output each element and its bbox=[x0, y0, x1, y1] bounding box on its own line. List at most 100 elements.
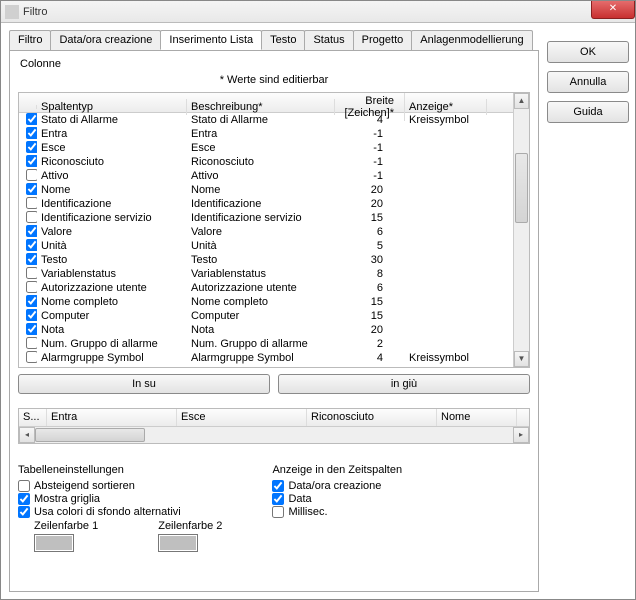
row-display: Kreissymbol bbox=[405, 352, 487, 364]
millisec-checkbox[interactable]: Millisec. bbox=[272, 506, 402, 518]
row-checkbox[interactable] bbox=[26, 127, 37, 139]
table-row[interactable]: Nome completoNome completo15 bbox=[19, 295, 513, 309]
table-row[interactable]: ValoreValore6 bbox=[19, 225, 513, 239]
row-desc: Autorizzazione utente bbox=[187, 282, 335, 294]
preview-col-header[interactable]: S... bbox=[19, 409, 47, 426]
row-checkbox[interactable] bbox=[26, 239, 37, 251]
tab-status[interactable]: Status bbox=[304, 30, 353, 50]
row-desc: Testo bbox=[187, 254, 335, 266]
scroll-thumb[interactable] bbox=[515, 153, 528, 223]
table-row[interactable]: Num. Gruppo di allarmeNum. Gruppo di all… bbox=[19, 337, 513, 351]
help-button[interactable]: Guida bbox=[547, 101, 629, 123]
row-checkbox[interactable] bbox=[26, 323, 37, 335]
row-checkbox[interactable] bbox=[26, 113, 37, 125]
date-checkbox[interactable]: Data bbox=[272, 493, 402, 505]
row-checkbox[interactable] bbox=[26, 225, 37, 237]
row-width: 15 bbox=[335, 310, 405, 322]
tab-inserimento-lista[interactable]: Inserimento Lista bbox=[160, 30, 262, 50]
row-width: 8 bbox=[335, 268, 405, 280]
preview-col-header[interactable]: Entra bbox=[47, 409, 177, 426]
table-row[interactable]: IdentificazioneIdentificazione20 bbox=[19, 197, 513, 211]
preview-col-header[interactable]: Nome bbox=[437, 409, 517, 426]
row-width: 5 bbox=[335, 240, 405, 252]
preview-col-header[interactable]: Esce bbox=[177, 409, 307, 426]
table-row[interactable]: ComputerComputer15 bbox=[19, 309, 513, 323]
row-width: 20 bbox=[335, 198, 405, 210]
color1-label: Zeilenfarbe 1 bbox=[34, 520, 98, 532]
row-desc: Nome bbox=[187, 184, 335, 196]
table-row[interactable]: RiconosciutoRiconosciuto-1 bbox=[19, 155, 513, 169]
row-type: Unità bbox=[37, 240, 187, 252]
cancel-button[interactable]: Annulla bbox=[547, 71, 629, 93]
move-down-button[interactable]: in giù bbox=[278, 374, 530, 394]
row-type: Variablenstatus bbox=[37, 268, 187, 280]
row-color-2-button[interactable] bbox=[158, 534, 198, 552]
table-row[interactable]: Autorizzazione utenteAutorizzazione uten… bbox=[19, 281, 513, 295]
time-columns-title: Anzeige in den Zeitspalten bbox=[272, 464, 402, 476]
col-header-desc[interactable]: Beschreibung* bbox=[187, 99, 335, 115]
tab-data-ora-creazione[interactable]: Data/ora creazione bbox=[50, 30, 161, 50]
row-type: Attivo bbox=[37, 170, 187, 182]
row-checkbox[interactable] bbox=[26, 295, 37, 307]
row-checkbox[interactable] bbox=[26, 141, 37, 153]
row-checkbox[interactable] bbox=[26, 211, 37, 223]
col-header-type[interactable]: Spaltentyp bbox=[37, 99, 187, 115]
ok-button[interactable]: OK bbox=[547, 41, 629, 63]
show-grid-checkbox[interactable]: Mostra griglia bbox=[18, 493, 222, 505]
table-row[interactable]: UnitàUnità5 bbox=[19, 239, 513, 253]
row-checkbox[interactable] bbox=[26, 337, 37, 349]
table-row[interactable]: EsceEsce-1 bbox=[19, 141, 513, 155]
sort-desc-checkbox[interactable]: Absteigend sortieren bbox=[18, 480, 222, 492]
table-row[interactable]: NomeNome20 bbox=[19, 183, 513, 197]
hscroll-thumb[interactable] bbox=[35, 428, 145, 442]
table-row[interactable]: EntraEntra-1 bbox=[19, 127, 513, 141]
hscroll-right-icon[interactable]: ▸ bbox=[513, 427, 529, 443]
row-checkbox[interactable] bbox=[26, 169, 37, 181]
table-row[interactable]: VariablenstatusVariablenstatus8 bbox=[19, 267, 513, 281]
table-row[interactable]: TestoTesto30 bbox=[19, 253, 513, 267]
row-checkbox[interactable] bbox=[26, 281, 37, 293]
tab-progetto[interactable]: Progetto bbox=[353, 30, 413, 50]
alt-colors-checkbox[interactable]: Usa colori di sfondo alternativi bbox=[18, 506, 222, 518]
tab-filtro[interactable]: Filtro bbox=[9, 30, 51, 50]
row-checkbox[interactable] bbox=[26, 183, 37, 195]
table-row[interactable]: AttivoAttivo-1 bbox=[19, 169, 513, 183]
col-header-display[interactable]: Anzeige* bbox=[405, 99, 487, 115]
table-row[interactable]: Alarmgruppe SymbolAlarmgruppe Symbol4Kre… bbox=[19, 351, 513, 365]
scroll-down-icon[interactable]: ▼ bbox=[514, 351, 529, 367]
table-row[interactable]: Identificazione servizioIdentificazione … bbox=[19, 211, 513, 225]
row-width: -1 bbox=[335, 142, 405, 154]
row-checkbox[interactable] bbox=[26, 155, 37, 167]
table-row[interactable]: NotaNota20 bbox=[19, 323, 513, 337]
row-desc: Nota bbox=[187, 324, 335, 336]
datetime-checkbox[interactable]: Data/ora creazione bbox=[272, 480, 402, 492]
preview-col-header[interactable]: Riconosciuto bbox=[307, 409, 437, 426]
row-checkbox[interactable] bbox=[26, 267, 37, 279]
move-up-button[interactable]: In su bbox=[18, 374, 270, 394]
row-type: Nome completo bbox=[37, 296, 187, 308]
tab-anlagenmodellierung[interactable]: Anlagenmodellierung bbox=[411, 30, 532, 50]
row-type: Identificazione bbox=[37, 198, 187, 210]
row-desc: Num. Gruppo di allarme bbox=[187, 338, 335, 350]
hscroll-track[interactable] bbox=[35, 427, 513, 443]
preview-strip: S...EntraEsceRiconosciutoNome ◂ ▸ bbox=[18, 408, 530, 444]
row-checkbox[interactable] bbox=[26, 351, 37, 363]
row-color-1-button[interactable] bbox=[34, 534, 74, 552]
row-width: 6 bbox=[335, 282, 405, 294]
row-type: Testo bbox=[37, 254, 187, 266]
table-row[interactable]: Stato di AllarmeStato di Allarme4Kreissy… bbox=[19, 113, 513, 127]
row-checkbox[interactable] bbox=[26, 197, 37, 209]
row-display: Kreissymbol bbox=[405, 114, 487, 126]
row-type: Identificazione servizio bbox=[37, 212, 187, 224]
row-desc: Identificazione servizio bbox=[187, 212, 335, 224]
row-width: 6 bbox=[335, 226, 405, 238]
hscroll-left-icon[interactable]: ◂ bbox=[19, 427, 35, 443]
close-icon[interactable]: ✕ bbox=[591, 1, 635, 19]
scroll-up-icon[interactable]: ▲ bbox=[514, 93, 529, 109]
row-desc: Valore bbox=[187, 226, 335, 238]
row-checkbox[interactable] bbox=[26, 309, 37, 321]
scrollbar-vertical[interactable]: ▲ ▼ bbox=[513, 93, 529, 367]
row-checkbox[interactable] bbox=[26, 253, 37, 265]
row-width: 4 bbox=[335, 352, 405, 364]
tab-testo[interactable]: Testo bbox=[261, 30, 305, 50]
